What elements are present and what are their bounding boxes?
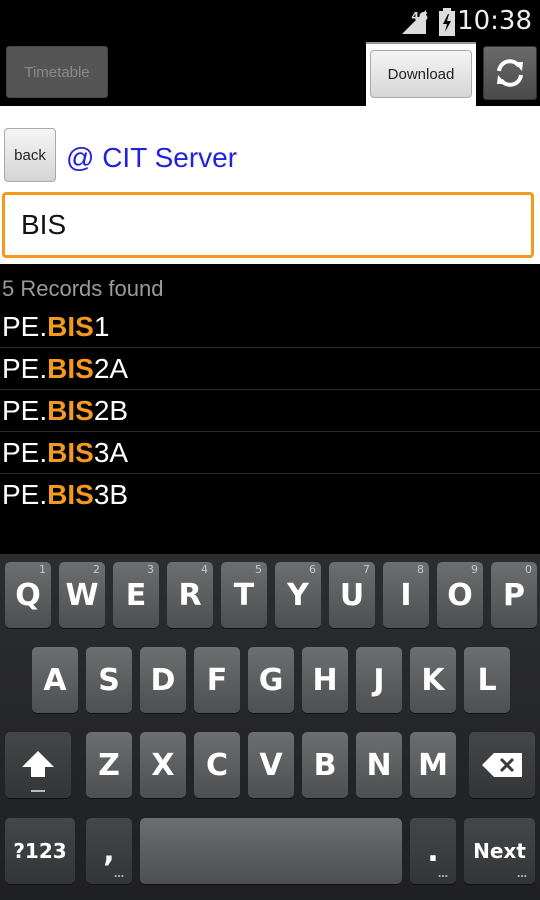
- key-u[interactable]: U7: [329, 562, 375, 628]
- clock: 10:38: [457, 6, 532, 36]
- list-item[interactable]: PE.BIS2B: [0, 390, 540, 432]
- key-i[interactable]: I8: [383, 562, 429, 628]
- status-bar: 4G 10:38: [0, 0, 540, 42]
- search-input[interactable]: [2, 192, 534, 258]
- key-b[interactable]: B: [302, 732, 348, 798]
- shift-arrow-icon: [22, 751, 54, 777]
- next-key[interactable]: Next…: [464, 818, 535, 884]
- item-suffix: 2A: [93, 353, 129, 384]
- key-l[interactable]: L: [464, 647, 510, 713]
- item-prefix: PE.: [2, 479, 48, 510]
- list-item[interactable]: PE.BIS2A: [0, 348, 540, 390]
- key-t[interactable]: T5: [221, 562, 267, 628]
- key-m[interactable]: M: [410, 732, 456, 798]
- backspace-key[interactable]: [469, 732, 535, 798]
- item-suffix: 2B: [93, 395, 129, 426]
- key-k[interactable]: K: [410, 647, 456, 713]
- key-x[interactable]: X: [140, 732, 186, 798]
- comma-key[interactable]: ,…: [86, 818, 132, 884]
- key-a[interactable]: A: [32, 647, 78, 713]
- battery-icon: [439, 8, 455, 36]
- space-key[interactable]: [140, 818, 402, 884]
- network-type-label: 4G: [411, 10, 428, 23]
- back-button[interactable]: back: [4, 128, 56, 182]
- download-tab: Download: [366, 42, 476, 108]
- key-g[interactable]: G: [248, 647, 294, 713]
- soft-keyboard: Q1 W2 E3 R4 T5 Y6 U7 I8 O9 P0 A S D F G …: [0, 554, 540, 900]
- list-item[interactable]: PE.BIS3B: [0, 474, 540, 515]
- server-label: @ CIT Server: [66, 142, 238, 173]
- key-s[interactable]: S: [86, 647, 132, 713]
- key-w[interactable]: W2: [59, 562, 105, 628]
- item-match: BIS: [47, 437, 94, 468]
- top-toolbar: Timetable Download: [0, 42, 540, 108]
- key-p[interactable]: P0: [491, 562, 537, 628]
- item-suffix: 1: [93, 311, 110, 342]
- item-match: BIS: [47, 395, 94, 426]
- shift-lock-indicator: [31, 790, 45, 792]
- key-h[interactable]: H: [302, 647, 348, 713]
- key-o[interactable]: O9: [437, 562, 483, 628]
- key-f[interactable]: F: [194, 647, 240, 713]
- item-suffix: 3A: [93, 437, 129, 468]
- backspace-icon: [482, 753, 522, 777]
- refresh-icon: [497, 59, 523, 87]
- result-list: PE.BIS1 PE.BIS2A PE.BIS2B PE.BIS3A PE.BI…: [0, 306, 540, 515]
- key-y[interactable]: Y6: [275, 562, 321, 628]
- item-suffix: 3B: [93, 479, 129, 510]
- key-v[interactable]: V: [248, 732, 294, 798]
- key-d[interactable]: D: [140, 647, 186, 713]
- item-prefix: PE.: [2, 311, 48, 342]
- refresh-button[interactable]: [483, 46, 537, 100]
- item-prefix: PE.: [2, 353, 48, 384]
- item-match: BIS: [47, 311, 94, 342]
- header-bar: back @ CIT Server: [0, 106, 540, 190]
- period-key[interactable]: .…: [410, 818, 456, 884]
- records-count: 5 Records found: [2, 276, 164, 301]
- list-item[interactable]: PE.BIS1: [0, 306, 540, 348]
- shift-key[interactable]: [5, 732, 71, 798]
- key-c[interactable]: C: [194, 732, 240, 798]
- item-match: BIS: [47, 353, 94, 384]
- list-item[interactable]: PE.BIS3A: [0, 432, 540, 474]
- key-e[interactable]: E3: [113, 562, 159, 628]
- key-z[interactable]: Z: [86, 732, 132, 798]
- item-prefix: PE.: [2, 395, 48, 426]
- symbols-key[interactable]: ?123: [5, 818, 75, 884]
- search-container: [0, 190, 540, 264]
- item-match: BIS: [47, 479, 94, 510]
- item-prefix: PE.: [2, 437, 48, 468]
- key-q[interactable]: Q1: [5, 562, 51, 628]
- download-button[interactable]: Download: [370, 50, 472, 98]
- key-r[interactable]: R4: [167, 562, 213, 628]
- key-n[interactable]: N: [356, 732, 402, 798]
- timetable-button[interactable]: Timetable: [6, 46, 108, 98]
- key-j[interactable]: J: [356, 647, 402, 713]
